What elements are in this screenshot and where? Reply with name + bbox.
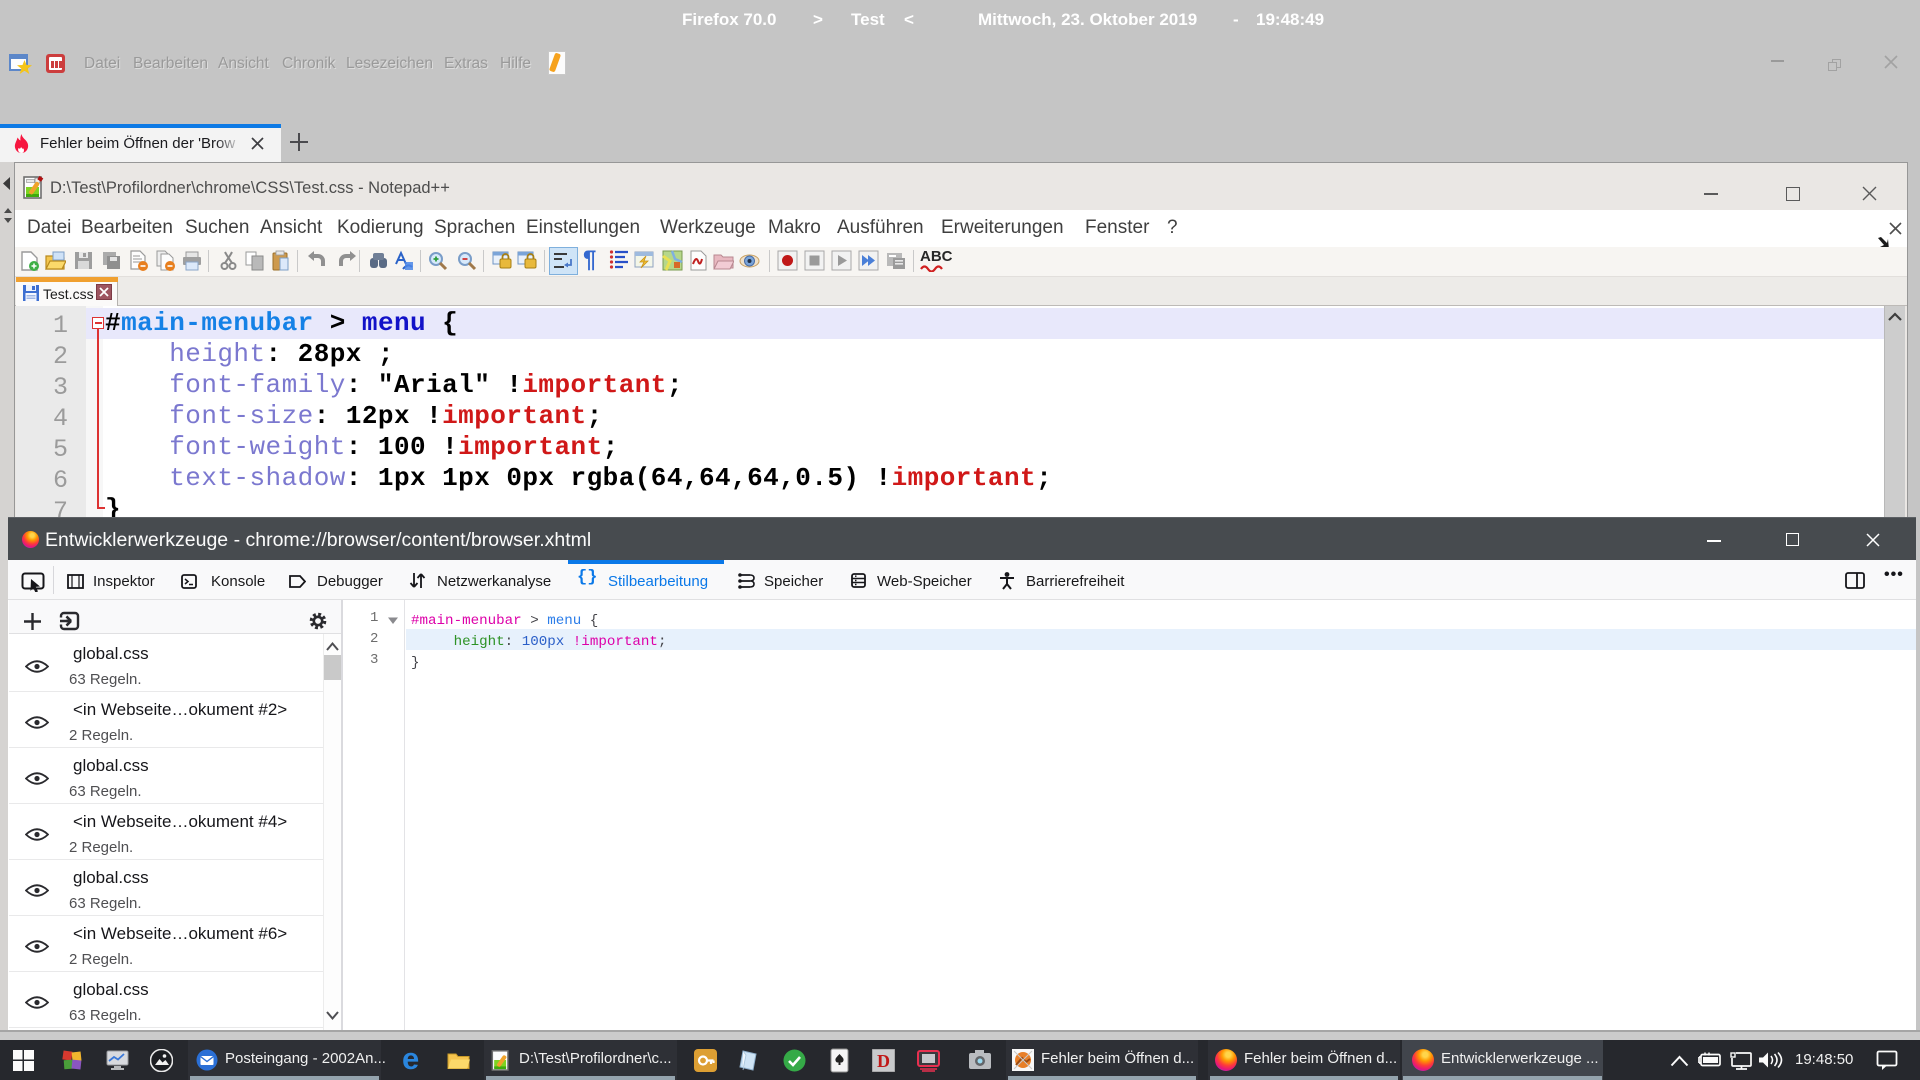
svg-text:D: D <box>877 1051 890 1071</box>
